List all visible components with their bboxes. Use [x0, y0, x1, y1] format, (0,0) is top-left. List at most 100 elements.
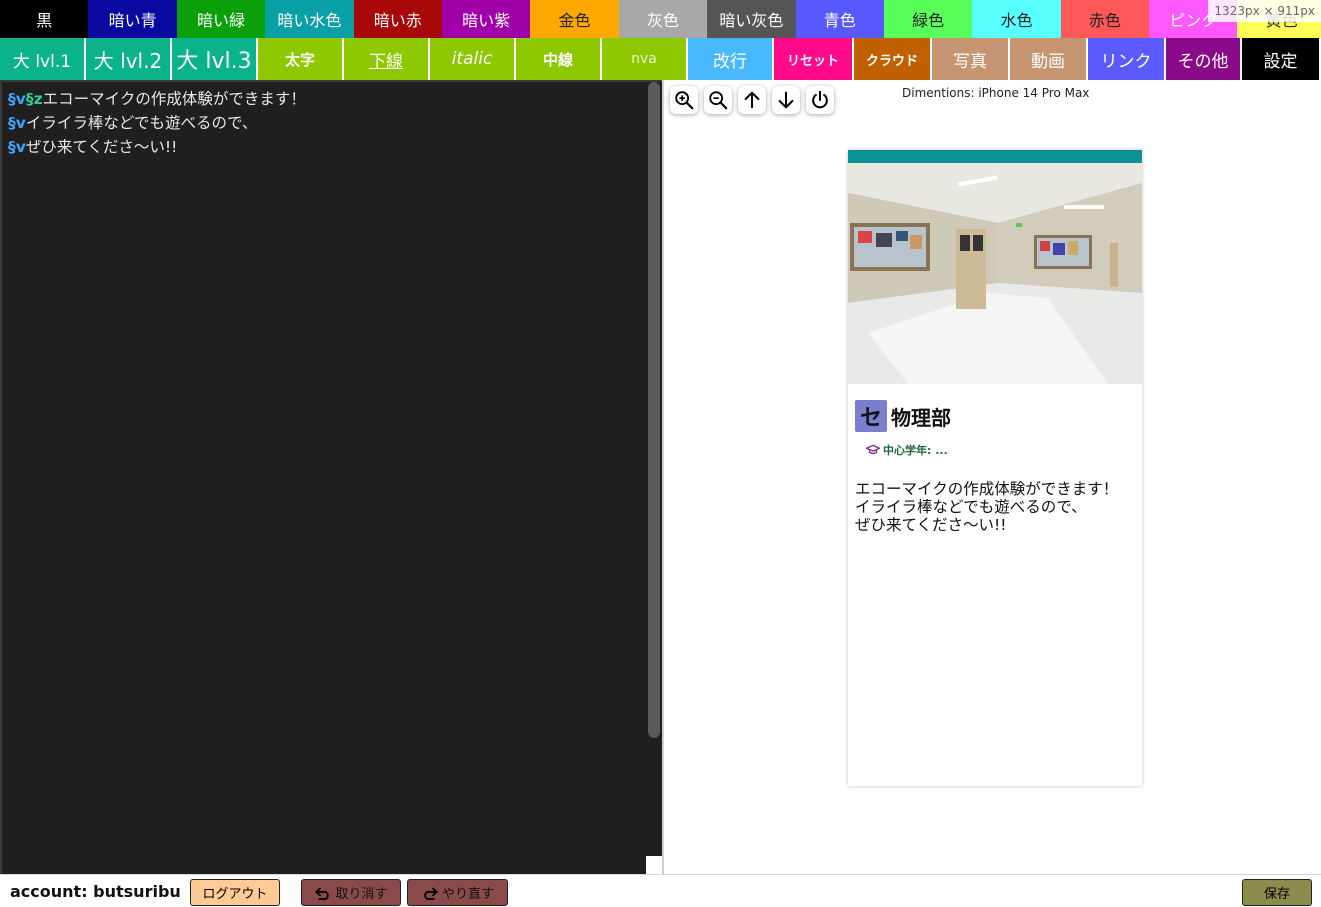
markup-editor[interactable]: §v§zエコーマイクの作成体験ができます！ §vイライラ棒などでも遊べるので、 §v… — [0, 80, 662, 874]
format-button-2[interactable]: 大 lvl.3 — [172, 38, 258, 80]
color-button-label: 暗い紫 — [462, 11, 511, 30]
graduation-cap-icon — [866, 444, 880, 455]
format-button-3[interactable]: 太字 — [258, 38, 344, 80]
markup-token: §v — [8, 138, 26, 156]
color-button-label: 緑色 — [912, 11, 945, 30]
grade-label: 中心学年: ... — [883, 444, 948, 457]
redo-label: やり直す — [441, 887, 494, 902]
color-button-label: 暗い赤 — [373, 11, 422, 30]
format-button-0[interactable]: 大 lvl.1 — [0, 38, 86, 80]
color-button-1[interactable]: 暗い青 — [88, 0, 177, 38]
color-button-5[interactable]: 暗い紫 — [441, 0, 531, 38]
zoom-out-icon — [709, 91, 728, 110]
color-button-6[interactable]: 金色 — [530, 0, 619, 38]
color-button-label: 暗い青 — [108, 11, 157, 30]
color-button-11[interactable]: 水色 — [972, 0, 1061, 38]
power-button[interactable] — [806, 86, 834, 114]
format-button-label: 動画 — [1031, 51, 1065, 72]
markup-token: §v — [8, 114, 26, 132]
color-button-8[interactable]: 暗い灰色 — [707, 0, 796, 38]
format-button-label: 設定 — [1263, 51, 1298, 72]
color-button-label: 赤色 — [1088, 11, 1121, 30]
format-button-1[interactable]: 大 lvl.2 — [86, 38, 172, 80]
editor-content[interactable]: §v§zエコーマイクの作成体験ができます！ §vイライラ棒などでも遊べるので、 §v… — [2, 87, 662, 159]
format-button-10[interactable]: クラウド — [854, 38, 932, 80]
format-button-label: その他 — [1177, 51, 1229, 72]
format-button-4[interactable]: 下線 — [344, 38, 430, 80]
format-button-8[interactable]: 改行 — [688, 38, 774, 80]
color-toolbar: 黒暗い青暗い緑暗い水色暗い赤暗い紫金色灰色暗い灰色青色緑色水色赤色ピンク黄色 — [0, 0, 1321, 38]
club-logo: セ — [855, 400, 887, 432]
editor-line-text: イライラ棒などでも遊べるので、 — [25, 114, 258, 132]
device-dimensions-label: Dimentions: iPhone 14 Pro Max — [902, 86, 1090, 100]
description-line: ぜひ来てくださ〜い!! — [855, 516, 1007, 534]
arrow-up-icon — [744, 91, 760, 109]
logout-label: ログアウト — [202, 887, 268, 902]
editor-line[interactable]: §vぜひ来てくださ〜い!! — [2, 135, 662, 159]
redo-icon — [424, 887, 438, 900]
format-button-12[interactable]: 動画 — [1010, 38, 1088, 80]
editor-scroll-corner — [646, 856, 662, 874]
color-button-2[interactable]: 暗い緑 — [176, 0, 266, 38]
format-button-15[interactable]: 設定 — [1242, 38, 1319, 80]
format-button-13[interactable]: リンク — [1088, 38, 1166, 80]
color-button-label: 暗い水色 — [277, 11, 342, 30]
color-button-0[interactable]: 黒 — [0, 0, 89, 38]
format-button-11[interactable]: 写真 — [932, 38, 1010, 80]
markup-token: §z — [25, 90, 43, 108]
logout-button[interactable]: ログアウト — [190, 879, 280, 906]
description-line: イライラ棒などでも遊べるので、 — [855, 498, 1087, 516]
phone-accent-bar — [848, 150, 1142, 163]
undo-icon — [315, 887, 330, 900]
color-button-label: 金色 — [558, 11, 591, 30]
format-button-label: 中線 — [542, 50, 573, 69]
club-header: セ 物理部 — [855, 400, 951, 432]
format-button-5[interactable]: italic — [430, 38, 516, 80]
markup-token: §v — [8, 90, 26, 108]
format-button-label: 大 lvl.3 — [176, 49, 252, 74]
color-button-label: 灰色 — [646, 11, 679, 30]
format-button-label: リンク — [1100, 51, 1152, 72]
format-button-label: italic — [451, 49, 493, 69]
scroll-down-button[interactable] — [772, 86, 800, 114]
editor-line-text: エコーマイクの作成体験ができます！ — [42, 90, 306, 108]
color-button-10[interactable]: 緑色 — [883, 0, 973, 38]
color-button-7[interactable]: 灰色 — [618, 0, 708, 38]
format-button-6[interactable]: 中線 — [516, 38, 602, 80]
undo-button[interactable]: 取り消す — [301, 879, 401, 906]
format-button-label: 改行 — [713, 51, 747, 72]
club-name: 物理部 — [891, 405, 951, 430]
color-button-label: 黒 — [36, 11, 53, 30]
color-button-label: 暗い灰色 — [719, 11, 784, 30]
color-button-4[interactable]: 暗い赤 — [353, 0, 442, 38]
footer-bar: account: butsuribu ログアウト 取り消す やり直す 保存 — [0, 874, 1321, 907]
undo-label: 取り消す — [335, 887, 388, 902]
save-button[interactable]: 保存 — [1242, 879, 1312, 906]
color-button-12[interactable]: 赤色 — [1060, 0, 1150, 38]
format-button-label: リセット — [786, 53, 839, 69]
zoom-out-button[interactable] — [704, 86, 732, 114]
format-toolbar: 大 lvl.1 大 lvl.2 大 lvl.3 太字 下線 italic 中線 nva 改行 リセ… — [0, 38, 1321, 80]
scroll-up-button[interactable] — [738, 86, 766, 114]
color-button-3[interactable]: 暗い水色 — [265, 0, 354, 38]
color-button-label: 青色 — [823, 11, 856, 30]
format-button-9[interactable]: リセット — [774, 38, 854, 80]
editor-scrollbar[interactable] — [646, 82, 662, 874]
format-button-7[interactable]: nva — [602, 38, 688, 80]
zoom-in-button[interactable] — [670, 86, 698, 114]
format-button-label: 太字 — [284, 50, 315, 69]
editor-line[interactable]: §v§zエコーマイクの作成体験ができます！ — [2, 87, 662, 111]
format-button-label: nva — [631, 51, 657, 67]
viewport-size-hint: 1323px × 911px — [1208, 0, 1321, 22]
color-button-label: 暗い緑 — [196, 11, 245, 30]
save-label: 保存 — [1263, 887, 1290, 902]
editor-scrollbar-thumb[interactable] — [648, 82, 660, 738]
redo-button[interactable]: やり直す — [407, 879, 508, 906]
color-button-9[interactable]: 青色 — [795, 0, 884, 38]
editor-line[interactable]: §vイライラ棒などでも遊べるので、 — [2, 111, 662, 135]
hallway-photo — [848, 163, 1142, 384]
phone-preview: セ 物理部 中心学年: ... エコーマイクの作成体験ができます！ イライラ棒など… — [848, 150, 1142, 786]
zoom-in-icon — [675, 91, 694, 110]
arrow-down-icon — [778, 91, 794, 109]
format-button-14[interactable]: その他 — [1166, 38, 1242, 80]
